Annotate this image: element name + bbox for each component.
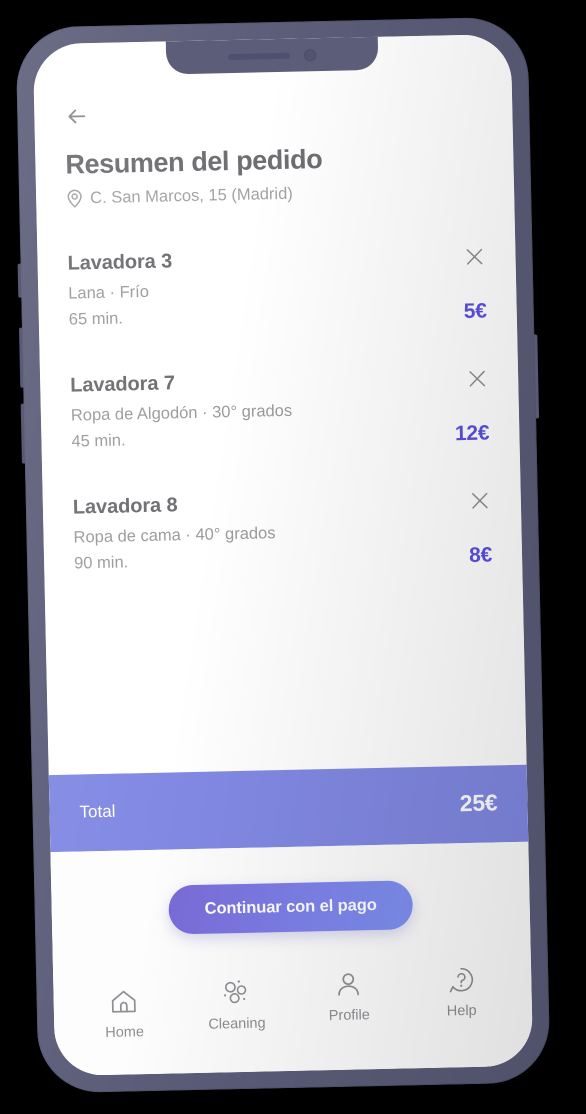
remove-item-close-icon[interactable] bbox=[469, 490, 491, 512]
screenshot-stage: Resumen del pedido C. San Marcos, 15 (Ma… bbox=[0, 0, 586, 1114]
phone-device-frame: Resumen del pedido C. San Marcos, 15 (Ma… bbox=[15, 16, 551, 1094]
volume-up-button[interactable] bbox=[18, 327, 25, 388]
app-content: Resumen del pedido C. San Marcos, 15 (Ma… bbox=[32, 33, 534, 1077]
item-title: Lavadora 3 bbox=[67, 250, 173, 275]
location-pin-icon bbox=[66, 188, 83, 208]
order-item: Lavadora 7 Ropa de Algodón · 30° grados … bbox=[70, 366, 490, 455]
question-bubble-icon bbox=[446, 964, 477, 997]
order-total-bar: Total 25€ bbox=[48, 764, 529, 853]
order-items-list: Lavadora 3 Lana · Frío 65 min. 5€ Lavado… bbox=[36, 199, 526, 771]
earpiece-speaker bbox=[228, 52, 291, 60]
tab-cleaning-label: Cleaning bbox=[208, 1015, 266, 1033]
back-arrow-icon[interactable] bbox=[62, 101, 93, 132]
order-item: Lavadora 8 Ropa de cama · 40° grados 90 … bbox=[73, 488, 493, 577]
tab-home[interactable]: Home bbox=[67, 970, 181, 1041]
tab-profile[interactable]: Profile bbox=[292, 965, 406, 1024]
tab-home-label: Home bbox=[105, 1024, 145, 1041]
remove-item-close-icon[interactable] bbox=[463, 246, 485, 268]
continue-to-payment-button[interactable]: Continuar con el pago bbox=[168, 880, 414, 935]
home-icon bbox=[109, 985, 140, 1018]
tab-help[interactable]: Help bbox=[404, 963, 518, 1020]
phone-notch bbox=[165, 36, 379, 75]
item-title: Lavadora 8 bbox=[72, 494, 178, 519]
tab-help-label: Help bbox=[446, 1002, 477, 1020]
phone-screen: Resumen del pedido C. San Marcos, 15 (Ma… bbox=[32, 33, 534, 1077]
item-price: 12€ bbox=[454, 421, 490, 446]
volume-down-button[interactable] bbox=[20, 403, 26, 464]
page-header: Resumen del pedido C. San Marcos, 15 (Ma… bbox=[35, 122, 515, 209]
remove-item-close-icon[interactable] bbox=[466, 368, 488, 390]
power-button[interactable] bbox=[533, 334, 540, 419]
person-icon bbox=[334, 968, 363, 1001]
bottom-tab-bar: Home Cleaning Profile Help bbox=[52, 956, 534, 1077]
order-item: Lavadora 3 Lana · Frío 65 min. 5€ bbox=[67, 244, 487, 333]
mute-switch[interactable] bbox=[17, 263, 23, 298]
total-label: Total bbox=[79, 801, 116, 821]
page-title: Resumen del pedido bbox=[65, 144, 323, 180]
item-title: Lavadora 7 bbox=[70, 372, 176, 397]
front-camera-icon bbox=[303, 48, 317, 61]
tab-profile-label: Profile bbox=[328, 1007, 371, 1025]
cta-container: Continuar con el pago bbox=[50, 841, 531, 968]
item-price: 8€ bbox=[468, 543, 493, 568]
total-value: 25€ bbox=[459, 789, 498, 817]
item-price: 5€ bbox=[463, 299, 487, 324]
tab-cleaning[interactable]: Cleaning bbox=[180, 968, 294, 1033]
bubbles-icon bbox=[220, 977, 253, 1010]
